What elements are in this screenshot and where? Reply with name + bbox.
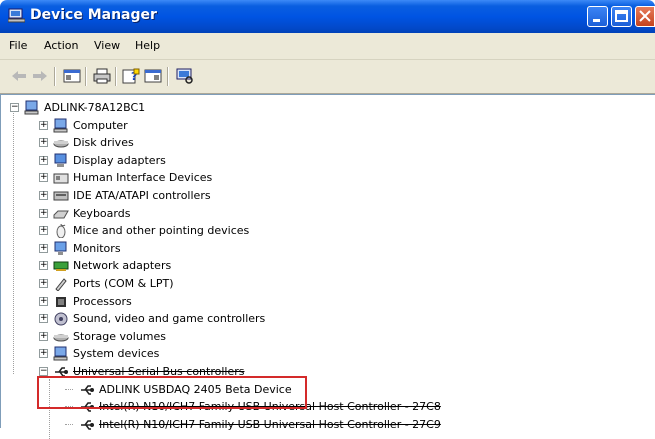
tree-category-label: Network adapters bbox=[73, 259, 172, 273]
collapse-toggle[interactable]: − bbox=[39, 367, 48, 376]
back-arrow-icon[interactable] bbox=[10, 68, 28, 84]
tree-category[interactable]: + Monitors bbox=[1, 240, 421, 257]
computer-icon bbox=[53, 118, 68, 133]
view-icon[interactable] bbox=[144, 68, 162, 84]
collapse-toggle[interactable]: − bbox=[10, 103, 19, 112]
toolbar-separator bbox=[85, 67, 87, 86]
close-button[interactable] bbox=[635, 6, 655, 27]
show-hide-console-tree-icon[interactable] bbox=[63, 68, 81, 84]
expand-toggle[interactable]: + bbox=[39, 226, 48, 236]
disk-drive-icon bbox=[53, 140, 69, 148]
tree-root[interactable]: − ADLINK-78A12BC1 bbox=[7, 99, 307, 116]
menu-file[interactable]: File bbox=[9, 39, 27, 52]
expand-toggle[interactable]: + bbox=[39, 243, 48, 253]
minimize-button[interactable] bbox=[587, 6, 608, 27]
tree-category-label: Disk drives bbox=[73, 136, 134, 150]
expand-toggle[interactable]: + bbox=[39, 279, 48, 288]
keyboard-icon bbox=[53, 210, 69, 219]
properties-help-icon[interactable]: ? bbox=[122, 68, 140, 84]
network-adapter-icon bbox=[53, 261, 69, 272]
expand-toggle[interactable]: + bbox=[39, 296, 48, 306]
tree-category[interactable]: + System devices bbox=[1, 345, 421, 362]
toolbar-separator bbox=[167, 67, 169, 86]
expand-toggle[interactable]: + bbox=[39, 173, 48, 183]
expand-toggle[interactable]: + bbox=[39, 138, 48, 148]
tree-device[interactable]: Intel(R) N10/ICH7 Family USB Universal H… bbox=[1, 416, 641, 433]
tree-category[interactable]: + Network adapters bbox=[1, 257, 421, 274]
computer-icon bbox=[24, 100, 39, 115]
expand-toggle[interactable]: + bbox=[39, 331, 48, 341]
forward-arrow-icon[interactable] bbox=[31, 68, 49, 84]
tree-category[interactable]: + Mice and other pointing devices bbox=[1, 222, 421, 239]
tree-category-label: Ports (COM & LPT) bbox=[73, 277, 174, 290]
tree-category-label: Display adapters bbox=[73, 153, 166, 167]
hid-icon bbox=[53, 173, 69, 184]
expand-toggle[interactable]: + bbox=[39, 261, 48, 271]
highlight-box bbox=[37, 376, 307, 409]
tree-category-label: Computer bbox=[73, 118, 128, 132]
tree-category-label: Processors bbox=[73, 294, 132, 308]
expand-toggle[interactable]: + bbox=[39, 208, 48, 218]
tree-category[interactable]: + IDE ATA/ATAPI controllers bbox=[1, 187, 421, 204]
expand-toggle[interactable]: + bbox=[39, 155, 48, 165]
menu-action[interactable]: Action bbox=[44, 39, 78, 52]
tree-category[interactable]: + Human Interface Devices bbox=[1, 169, 421, 186]
tree-category[interactable]: + Computer bbox=[1, 117, 421, 134]
tree-category-label: Monitors bbox=[73, 241, 121, 255]
display-adapter-icon bbox=[54, 153, 67, 167]
menu-help[interactable]: Help bbox=[135, 39, 160, 52]
tree-category[interactable]: + Disk drives bbox=[1, 134, 421, 151]
toolbar-separator bbox=[115, 67, 117, 86]
maximize-button[interactable] bbox=[611, 6, 632, 27]
scan-hardware-icon[interactable] bbox=[176, 68, 194, 84]
storage-volume-icon bbox=[53, 334, 69, 342]
tree-root-label: ADLINK-78A12BC1 bbox=[44, 101, 146, 114]
toolbar: ? bbox=[0, 60, 655, 94]
tree-category-label: Storage volumes bbox=[73, 329, 167, 343]
usb-icon bbox=[81, 420, 94, 430]
menu-view[interactable]: View bbox=[94, 39, 120, 52]
expand-toggle[interactable]: + bbox=[39, 314, 48, 324]
tree-category-label: Keyboards bbox=[73, 206, 131, 220]
mouse-icon bbox=[56, 224, 66, 239]
sound-icon bbox=[54, 312, 68, 326]
tree-category-label: Human Interface Devices bbox=[73, 171, 213, 185]
maximize-icon bbox=[615, 10, 628, 22]
tree-category-label: Sound, video and game controllers bbox=[73, 312, 266, 326]
print-icon[interactable] bbox=[93, 68, 111, 84]
toolbar-separator bbox=[54, 67, 56, 86]
tree-category-label: System devices bbox=[73, 347, 160, 361]
tree-category[interactable]: + Processors bbox=[1, 293, 421, 310]
tree-category-label: IDE ATA/ATAPI controllers bbox=[73, 189, 211, 202]
system-devices-icon bbox=[53, 346, 68, 361]
device-manager-icon bbox=[8, 8, 25, 23]
window-title: Device Manager bbox=[30, 7, 157, 23]
tree-category-label: Mice and other pointing devices bbox=[73, 224, 250, 238]
close-icon bbox=[639, 10, 651, 22]
tree-category[interactable]: + Sound, video and game controllers bbox=[1, 310, 421, 327]
minimize-icon bbox=[593, 19, 600, 22]
tree-category[interactable]: + Keyboards bbox=[1, 205, 421, 222]
tree-category[interactable]: + Storage volumes bbox=[1, 328, 421, 345]
port-icon bbox=[55, 278, 67, 291]
expand-toggle[interactable]: + bbox=[39, 120, 48, 130]
processor-icon bbox=[56, 296, 66, 307]
title-bar[interactable]: Device Manager bbox=[0, 0, 655, 33]
monitor-icon bbox=[54, 241, 67, 255]
tree-category[interactable]: + Display adapters bbox=[1, 152, 421, 169]
menu-bar: File Action View Help bbox=[0, 33, 655, 60]
tree-category[interactable]: + Ports (COM & LPT) bbox=[1, 275, 421, 292]
ide-controller-icon bbox=[53, 191, 69, 201]
expand-toggle[interactable]: + bbox=[39, 349, 48, 359]
expand-toggle[interactable]: + bbox=[39, 191, 48, 200]
tree-device-label: Intel(R) N10/ICH7 Family USB Universal H… bbox=[99, 417, 441, 431]
